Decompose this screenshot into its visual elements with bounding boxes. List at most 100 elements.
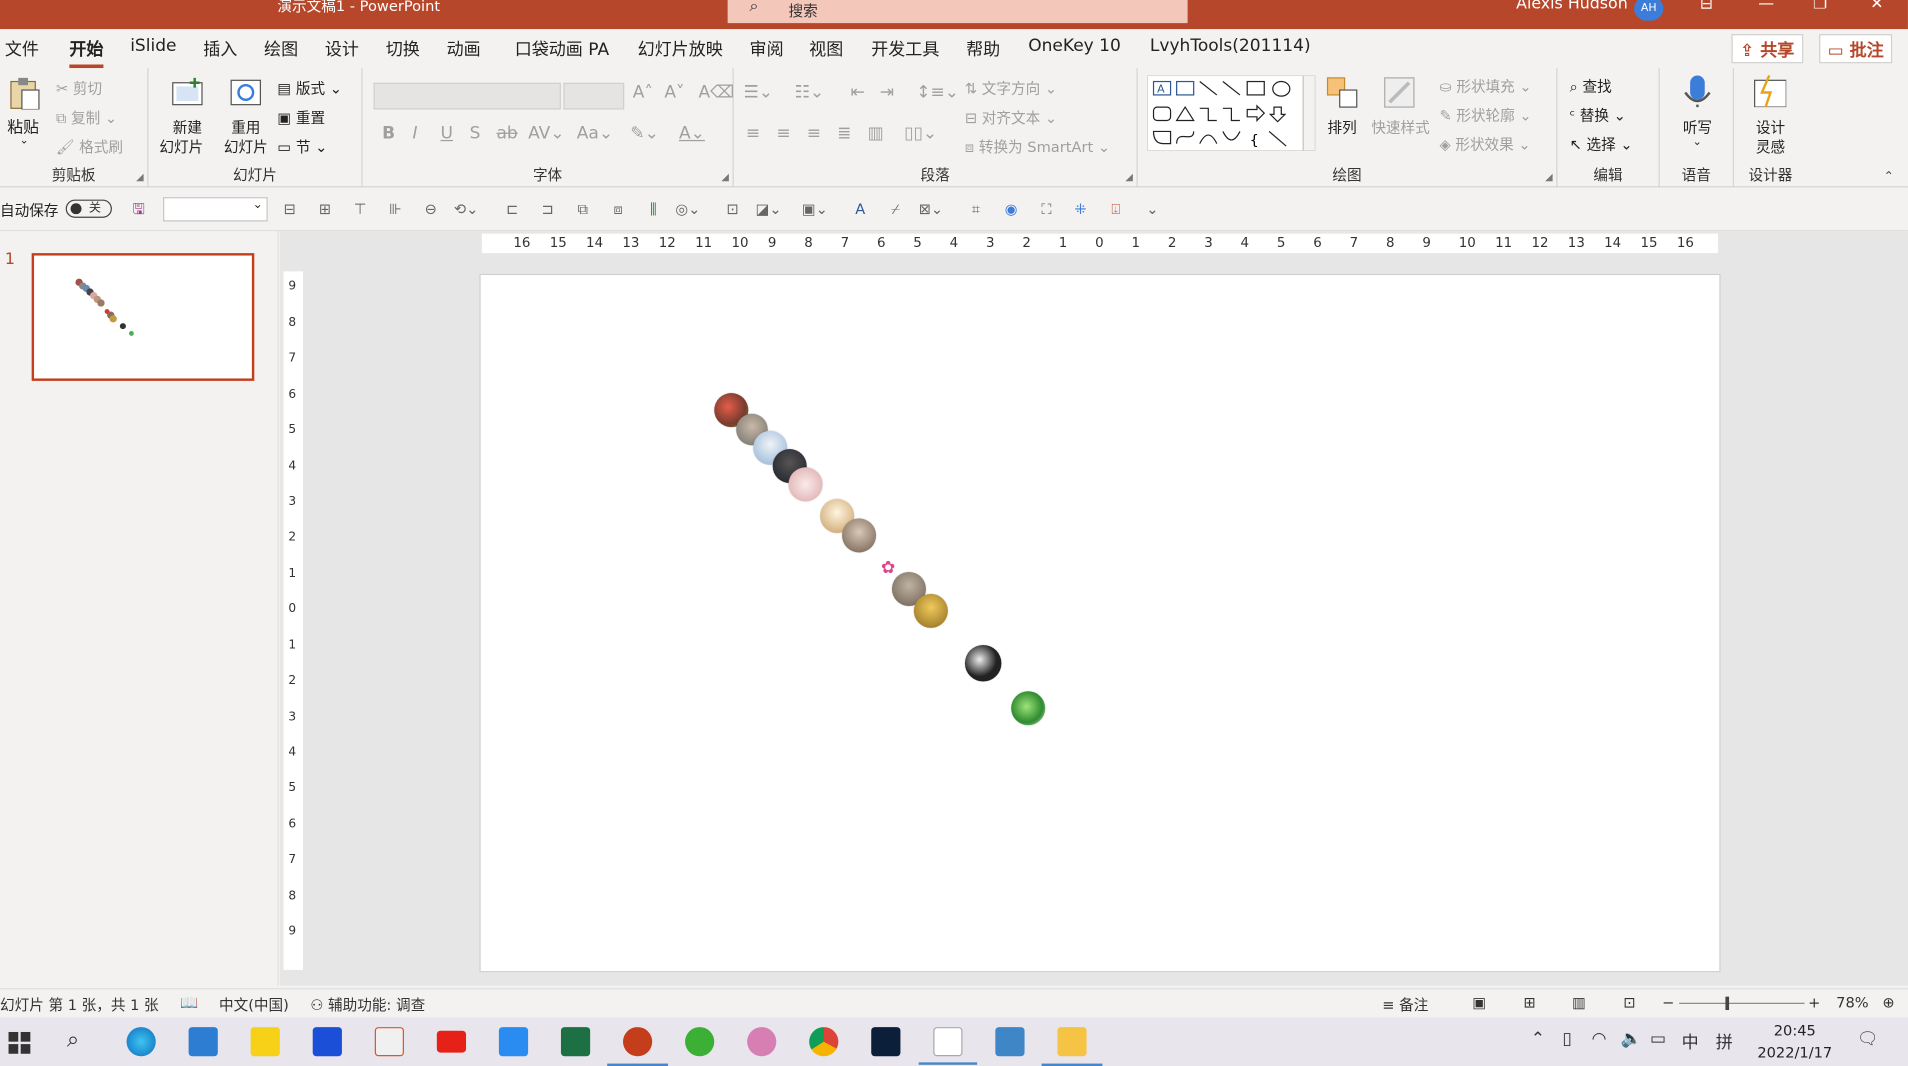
player-icon[interactable]	[250, 1027, 280, 1057]
distribute-vertical-icon[interactable]: ⊪	[387, 201, 404, 218]
tab-file[interactable]: 文件	[5, 37, 39, 61]
slide-editor[interactable]: 16 15 14 13 12 11 10 9 8 7 6 5 4 3 2 1 0 1 2 3 4 5 6 7 8 9 10 11 12 1…	[279, 231, 1908, 986]
avatar[interactable]: AH	[1634, 0, 1664, 21]
pink-sticker[interactable]: ✿	[881, 559, 895, 578]
tab-view[interactable]: 视图	[809, 37, 843, 61]
paste-icon[interactable]	[7, 75, 41, 110]
fit-to-window-icon[interactable]: ⊕	[1882, 994, 1894, 1011]
notes-button[interactable]: ≡ 备注	[1382, 994, 1428, 1015]
replace-button[interactable]: ᶜ 替换 ⌄	[1570, 105, 1626, 126]
dialog-launcher-icon[interactable]: ◢	[1125, 172, 1132, 183]
accessibility-button[interactable]: ⚇ 辅助功能: 调查	[310, 994, 425, 1015]
zoom-level[interactable]: 78%	[1836, 994, 1868, 1011]
notification-icon[interactable]: 🗨	[1857, 1029, 1879, 1048]
reset-button[interactable]: ▣ 重置	[277, 107, 325, 128]
windows-start-icon[interactable]	[8, 1031, 31, 1054]
shapes-icon[interactable]: ◪⌄	[756, 201, 782, 218]
smartart-button[interactable]: ⧈ 转换为 SmartArt ⌄	[965, 136, 1110, 157]
font-color-icon[interactable]: A⌄	[679, 124, 705, 143]
chrome-icon[interactable]	[809, 1027, 839, 1057]
bold-icon[interactable]: B	[382, 124, 395, 143]
clear-formatting-icon[interactable]: A⌫	[698, 83, 734, 102]
format-painter-button[interactable]: 🖌 格式刷	[56, 136, 123, 157]
ribbon-display-options-icon[interactable]: ⊟	[1700, 0, 1713, 13]
b-app-icon[interactable]	[747, 1027, 777, 1057]
tab-lvyhtools[interactable]: LvyhTools(201114)	[1150, 37, 1311, 56]
quick-styles-button[interactable]: 快速样式	[1371, 117, 1429, 138]
vertical-text-icon[interactable]: ⍗	[1107, 201, 1124, 218]
ungroup-icon[interactable]: ⁜	[1072, 201, 1089, 218]
align-left-obj-icon[interactable]: ⊏	[504, 201, 521, 218]
slide-sorter-icon[interactable]: ⊞	[1523, 994, 1535, 1011]
align-center-icon[interactable]: ≡	[776, 124, 790, 143]
size-icon[interactable]: ⊡	[724, 201, 741, 218]
object-selector-dropdown[interactable]: ⌄	[163, 197, 268, 222]
new-slide-label-1[interactable]: 新建	[173, 117, 202, 138]
shape-effects-button[interactable]: ◈ 形状效果 ⌄	[1439, 134, 1530, 155]
reading-view-icon[interactable]: ▥	[1572, 994, 1586, 1011]
volume-icon[interactable]: 🔈	[1621, 1029, 1642, 1048]
dialog-launcher-icon[interactable]: ◢	[721, 172, 728, 183]
tab-home[interactable]: 开始	[69, 37, 104, 69]
columns-icon[interactable]: ▯▯⌄	[904, 124, 937, 143]
distribute-horizontal-icon[interactable]: ⫼	[645, 201, 662, 218]
reuse-slides-icon[interactable]	[229, 75, 263, 109]
search-box[interactable]: ⌕ 搜索	[727, 0, 1188, 24]
line-spacing-icon[interactable]: ↕≡⌄	[916, 83, 959, 102]
lens-icon[interactable]	[498, 1027, 529, 1057]
align-text-button[interactable]: ⊟ 对齐文本 ⌄	[965, 107, 1057, 128]
decrease-font-icon[interactable]: A˅	[664, 83, 684, 102]
dialog-launcher-icon[interactable]: ◢	[136, 172, 143, 183]
autosave-toggle[interactable]: 关	[65, 199, 112, 218]
collapse-ribbon-icon[interactable]: ⌃	[1884, 170, 1894, 183]
zoom-slider[interactable]	[1679, 996, 1805, 1011]
align-top-icon[interactable]: ⊟	[281, 201, 298, 218]
reuse-label-2[interactable]: 幻灯片	[224, 136, 268, 157]
circle-icon[interactable]: ◉	[1003, 201, 1020, 218]
store-icon[interactable]	[188, 1027, 218, 1057]
increase-indent-icon[interactable]: ⇥	[880, 83, 894, 102]
tab-onekey[interactable]: OneKey 10	[1028, 37, 1121, 56]
chevron-up-icon[interactable]: ⌃	[1531, 1029, 1545, 1048]
tab-review[interactable]: 审阅	[750, 37, 784, 61]
arrange-button[interactable]: 排列	[1328, 117, 1357, 138]
arrange-icon[interactable]	[1325, 75, 1359, 109]
tab-slideshow[interactable]: 幻灯片放映	[638, 37, 723, 61]
tab-insert[interactable]: 插入	[203, 37, 237, 61]
section-button[interactable]: ▭ 节 ⌄	[277, 136, 327, 157]
device-icon[interactable]: ▯	[1562, 1029, 1571, 1048]
language-indicator[interactable]: 中文(中国)	[219, 994, 289, 1015]
numbering-icon[interactable]: ☷⌄	[795, 83, 825, 102]
photos-icon[interactable]	[995, 1027, 1025, 1057]
shape-format-icon[interactable]: ◎⌄	[675, 201, 700, 218]
spell-check-icon[interactable]: 📖	[180, 994, 198, 1011]
zoom-out-icon[interactable]: −	[1662, 994, 1674, 1011]
photoshop-icon[interactable]	[871, 1027, 901, 1057]
paste-button[interactable]: 粘贴	[7, 114, 39, 137]
shape-outline-button[interactable]: ✎ 形状轮廓 ⌄	[1439, 105, 1531, 126]
reuse-label-1[interactable]: 重用	[231, 117, 260, 138]
youtube-icon[interactable]	[436, 1030, 467, 1053]
ime-mode-indicator[interactable]: 拼	[1716, 1029, 1733, 1053]
bring-forward-icon[interactable]: ⧉	[574, 201, 591, 218]
design-ideas-label-2[interactable]: 灵感	[1756, 136, 1785, 157]
new-slide-icon[interactable]	[170, 75, 204, 109]
layout-button[interactable]: ▤ 版式 ⌄	[277, 78, 342, 99]
justify-icon[interactable]: ≣	[837, 124, 851, 143]
slideshow-icon[interactable]: ⊡	[1623, 994, 1635, 1011]
circle-photo-5[interactable]	[788, 467, 823, 502]
share-button[interactable]: ⇪ 共享	[1731, 34, 1803, 64]
customize-qat-icon[interactable]: ⌄	[1144, 201, 1161, 218]
design-ideas-icon[interactable]	[1752, 73, 1787, 108]
bullets-icon[interactable]: ☰⌄	[743, 83, 773, 102]
align-center-v-icon[interactable]: ⊖	[422, 201, 439, 218]
group-icon[interactable]: ⊠⌄	[919, 201, 943, 218]
clock[interactable]: 20:45 2022/1/17	[1752, 1020, 1837, 1064]
shadow-icon[interactable]: S	[470, 124, 481, 143]
send-backward-icon[interactable]: ⧈	[610, 201, 627, 218]
circle-photo-10[interactable]	[964, 644, 1002, 682]
quick-styles-icon[interactable]	[1382, 75, 1416, 109]
circle-photo-7[interactable]	[842, 518, 877, 553]
new-slide-label-2[interactable]: 幻灯片	[159, 136, 203, 157]
close-icon[interactable]: ✕	[1870, 0, 1883, 13]
